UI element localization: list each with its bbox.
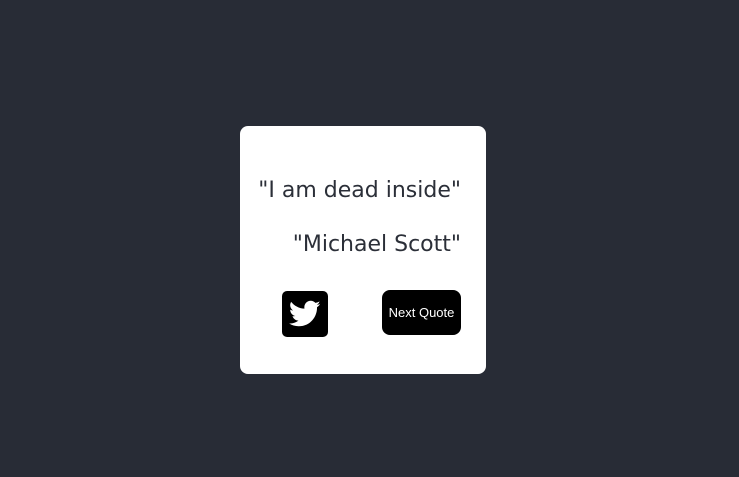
next-quote-button[interactable]: Next Quote [382, 290, 461, 335]
quote-author: "Michael Scott" [292, 232, 461, 257]
tweet-quote-button[interactable] [282, 291, 328, 337]
quote-card: "I am dead inside" "Michael Scott" Next … [240, 126, 486, 374]
twitter-bird-icon [289, 300, 321, 328]
quote-text: "I am dead inside" [258, 178, 461, 203]
app-root: "I am dead inside" "Michael Scott" Next … [0, 0, 739, 477]
